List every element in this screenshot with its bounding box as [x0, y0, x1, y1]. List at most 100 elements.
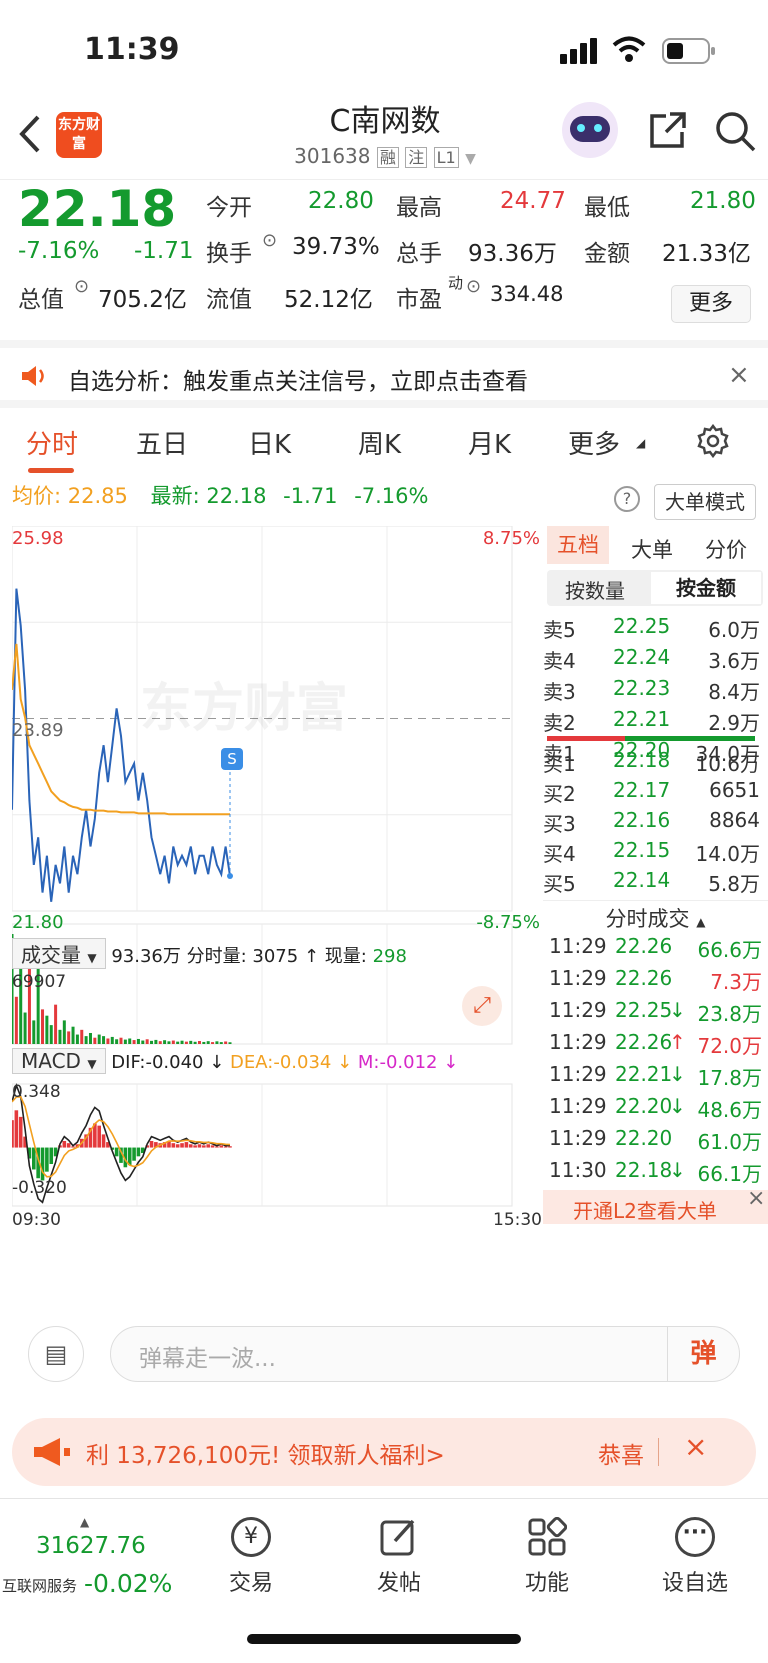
trades-header[interactable]: 分时成交 ▲ — [543, 900, 768, 932]
turnover-label: 换手 — [206, 241, 252, 267]
macd-bar — [180, 1143, 184, 1148]
close-l2-icon[interactable]: × — [747, 1186, 765, 1211]
promo-banner[interactable]: 利 13,726,100元! 领取新人福利> 恭喜 × — [12, 1418, 756, 1486]
ask-price: 22.25 — [613, 614, 671, 638]
settings-gear-icon[interactable] — [696, 424, 730, 458]
dif-arrow-icon: ↓ — [203, 1052, 231, 1073]
danmu-input[interactable]: 弹幕走一波... 弹 — [110, 1326, 740, 1382]
volume-bar — [219, 1042, 223, 1044]
nav-post[interactable]: 发帖 — [344, 1517, 454, 1597]
robot-avatar[interactable] — [562, 102, 618, 158]
volume-selector[interactable]: 成交量 ▼ — [12, 938, 106, 969]
close-promo-icon[interactable]: × — [684, 1430, 707, 1463]
macd-bar — [206, 1144, 210, 1148]
bid-label: 买2 — [543, 782, 576, 806]
big-order-mode-button[interactable]: 大单模式 — [654, 484, 756, 520]
dif-value: DIF:-0.040 — [111, 1052, 204, 1073]
trade-price: 22.20 — [615, 1094, 673, 1118]
trade-arrow: ↓ — [669, 1158, 686, 1182]
turnover-info-icon[interactable]: ⊙ — [262, 230, 277, 251]
volume-bar — [141, 1040, 145, 1044]
close-notice-icon[interactable]: × — [728, 360, 750, 390]
volume-bar — [71, 1026, 75, 1044]
ask-row[interactable]: 卖5 22.25 6.0万 — [543, 614, 768, 646]
tab-price-distribution[interactable]: 分价 — [705, 534, 747, 564]
tab-daily-k[interactable]: 日K — [248, 424, 291, 461]
ask-label: 卖5 — [543, 618, 576, 642]
amount-label: 金额 — [584, 241, 630, 267]
more-quote-button[interactable]: 更多 — [671, 285, 751, 323]
tab-five-day[interactable]: 五日 — [136, 424, 188, 461]
high-label: 最高 — [396, 195, 442, 221]
expand-icon[interactable]: ⤢ — [462, 986, 502, 1026]
bid-amount: 5.8万 — [708, 872, 760, 896]
macd-bar — [101, 1134, 106, 1148]
l2-banner[interactable]: 开通L2查看大单 × — [543, 1186, 768, 1224]
nav-trade[interactable]: ¥ 交易 — [196, 1517, 306, 1597]
nav-trade-label: 交易 — [228, 1571, 273, 1596]
more-caret-icon: ◢ — [636, 436, 646, 450]
ask-amount: 6.0万 — [708, 618, 760, 642]
stock-header: C南网数 301638 融 注 L1 ▼ — [0, 100, 768, 180]
intraday-chart-svg[interactable] — [10, 525, 542, 1221]
trade-price: 22.18 — [615, 1158, 673, 1182]
latest-pct: -7.16% — [354, 484, 429, 508]
notice-banner[interactable]: 自选分析：触发重点关注信号，立即点击查看 × — [0, 340, 768, 408]
bid-amount: 10.6万 — [695, 752, 760, 776]
wifi-icon — [612, 36, 646, 62]
bid-row[interactable]: 买4 22.15 14.0万 — [543, 838, 768, 870]
bid-row[interactable]: 买1 22.18 10.6万 — [543, 748, 768, 780]
macd-bar — [40, 1147, 45, 1181]
pe-superscript: 动 — [448, 274, 464, 292]
bid-row[interactable]: 买3 22.16 8864 — [543, 808, 768, 840]
nav-functions[interactable]: 功能 — [492, 1517, 602, 1597]
macd-caret-icon: ▼ — [87, 1057, 97, 1071]
pe-info-icon[interactable]: ⊙ — [466, 276, 481, 297]
ask-row[interactable]: 卖4 22.24 3.6万 — [543, 645, 768, 677]
s-marker[interactable]: S — [221, 748, 243, 770]
price-mid-label: 23.89 — [12, 720, 64, 741]
trade-price: 22.21 — [615, 1062, 673, 1086]
share-icon[interactable] — [648, 110, 688, 150]
ask-row[interactable]: 卖2 22.21 2.9万 — [543, 707, 768, 739]
macd-bar — [175, 1144, 180, 1148]
message-list-icon[interactable]: ▤ — [28, 1326, 84, 1382]
subtab-by-amount[interactable]: 按金额 — [651, 572, 761, 604]
back-arrow-icon[interactable] — [18, 114, 42, 154]
ask-row[interactable]: 卖3 22.23 8.4万 — [543, 676, 768, 708]
volume-bar — [32, 1020, 36, 1044]
m-value: M:-0.012 — [357, 1052, 438, 1073]
volume-bar — [224, 1041, 228, 1044]
intraday-chart-area[interactable]: 25.98 8.75% 23.89 21.80 -8.75% 东方财富 S 成交… — [10, 525, 542, 1230]
trade-time: 11:29 — [549, 966, 607, 990]
trade-time: 11:29 — [549, 1030, 607, 1054]
tab-level5[interactable]: 五档 — [547, 526, 609, 564]
volume-bar — [58, 1029, 62, 1044]
selector-caret-icon: ▼ — [87, 951, 97, 965]
bid-price: 22.16 — [613, 808, 671, 832]
search-icon[interactable] — [714, 110, 758, 154]
order-book-panel: 五档 大单 分价 按数量 按金额 卖5 22.25 6.0万 卖4 22.24 3.6万卖… — [543, 526, 768, 1226]
ask-price: 22.24 — [613, 645, 671, 669]
volume-bar — [171, 1040, 175, 1044]
bid-row[interactable]: 买5 22.14 5.8万 — [543, 868, 768, 900]
market-cap-info-icon[interactable]: ⊙ — [74, 276, 89, 297]
tab-weekly-k[interactable]: 周K — [358, 424, 401, 461]
dropdown-caret-icon[interactable]: ▼ — [465, 151, 476, 167]
stock-code: 301638 — [294, 144, 371, 168]
help-icon[interactable]: ? — [614, 486, 640, 512]
tab-monthly-k[interactable]: 月K — [468, 424, 511, 461]
tab-big-order[interactable]: 大单 — [631, 534, 673, 564]
tab-more[interactable]: 更多 — [568, 424, 620, 461]
chart-tabs: 分时 五日 日K 周K 月K 更多 ◢ — [0, 410, 768, 474]
yuan-exchange-icon: ¥ — [231, 1517, 271, 1557]
bid-row[interactable]: 买2 22.17 6651 — [543, 778, 768, 810]
nav-add-watchlist[interactable]: ··· 设自选 — [640, 1517, 750, 1597]
change-amount: -1.71 — [134, 238, 194, 264]
last-price-dot — [227, 873, 233, 879]
subtab-by-volume[interactable]: 按数量 — [565, 575, 625, 604]
ask-label: 卖2 — [543, 711, 576, 735]
danmu-send-button[interactable]: 弹 — [667, 1327, 739, 1381]
macd-selector[interactable]: MACD ▼ — [12, 1048, 106, 1074]
tab-intraday[interactable]: 分时 — [26, 424, 78, 461]
